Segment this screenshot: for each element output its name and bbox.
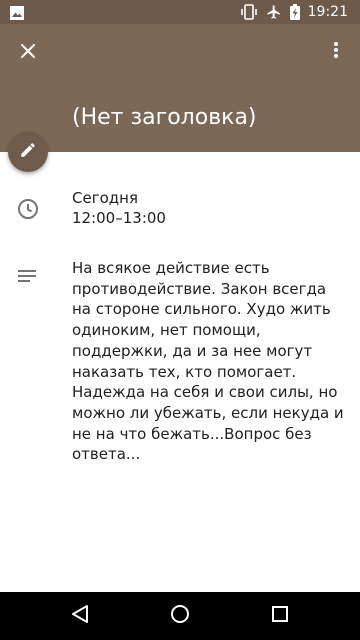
image-notification-icon	[10, 5, 24, 24]
status-bar: 19:21	[0, 0, 360, 24]
back-button[interactable]	[68, 604, 92, 628]
event-time-range: 12:00–13:00	[72, 209, 166, 227]
status-time: 19:21	[307, 4, 348, 20]
clock-icon	[17, 198, 39, 224]
more-vert-icon	[334, 42, 338, 62]
recents-button[interactable]	[268, 604, 292, 628]
close-button[interactable]	[14, 38, 42, 66]
vibrate-icon	[240, 4, 258, 20]
event-title: (Нет заголовка)	[72, 105, 257, 130]
pencil-edit-icon	[19, 141, 37, 163]
airplane-mode-icon	[266, 4, 282, 20]
home-button[interactable]	[168, 604, 192, 628]
close-icon	[20, 43, 36, 62]
edit-button[interactable]	[8, 132, 48, 172]
more-options-button[interactable]	[324, 38, 348, 66]
notes-icon	[17, 268, 37, 288]
event-day: Сегодня	[72, 189, 138, 207]
recents-icon	[271, 605, 289, 627]
navigation-bar	[0, 592, 360, 640]
event-description: На всякое действие есть противодействие.…	[72, 259, 344, 464]
home-icon	[170, 604, 190, 628]
battery-charging-icon	[289, 4, 300, 20]
app-header: (Нет заголовка)	[0, 24, 360, 152]
back-icon	[71, 604, 89, 628]
